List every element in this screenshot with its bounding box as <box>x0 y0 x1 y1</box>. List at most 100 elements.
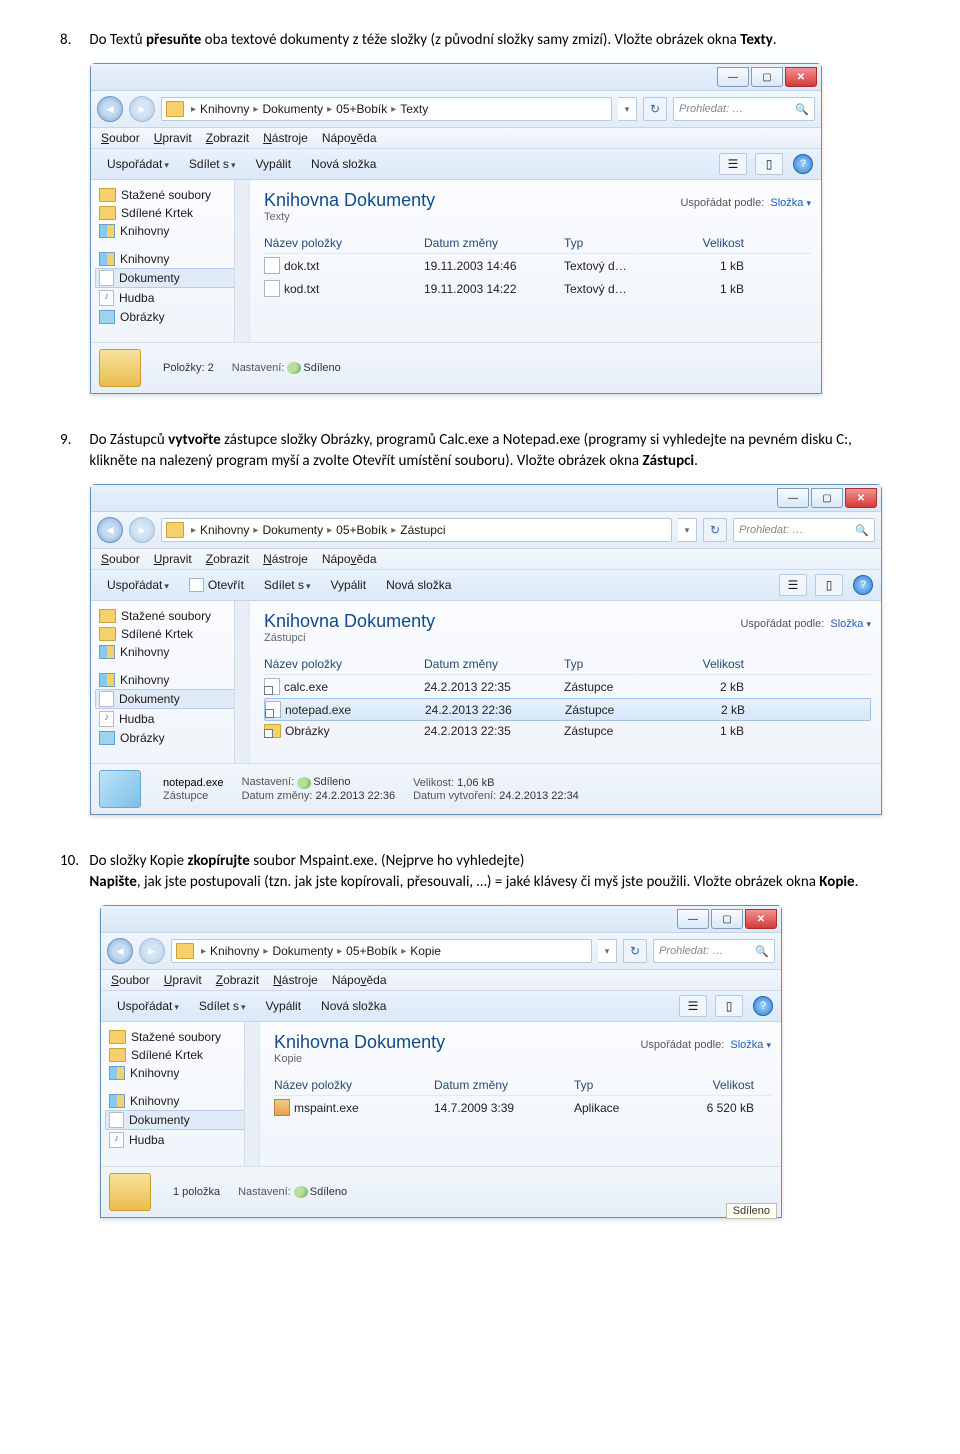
nav-music[interactable]: ♪Hudba <box>95 709 245 729</box>
menu-view[interactable]: Zobrazit <box>206 552 249 566</box>
nav-item[interactable]: Stažené soubory <box>95 607 245 625</box>
menu-tools[interactable]: Nástroje <box>263 552 308 566</box>
preview-pane-button[interactable]: ▯ <box>755 153 783 175</box>
arrange-by[interactable]: Uspořádat podle: Složka ▾ <box>680 197 811 209</box>
nav-music[interactable]: ♪Hudba <box>95 288 245 308</box>
nav-music[interactable]: ♪Hudba <box>105 1130 255 1150</box>
breadcrumb[interactable]: ▸ Knihovny▸ Dokumenty▸ 05+Bobík▸ Zástupc… <box>161 518 672 542</box>
organize-button[interactable]: Uspořádat▾ <box>99 155 177 173</box>
maximize-button[interactable]: ▢ <box>751 67 783 87</box>
nav-documents[interactable]: Dokumenty <box>105 1110 255 1130</box>
share-with-button[interactable]: Sdílet s▾ <box>256 576 319 594</box>
nav-pictures[interactable]: Obrázky <box>95 308 245 326</box>
column-headers[interactable]: Název položky Datum změny Typ Velikost <box>264 233 811 254</box>
burn-button[interactable]: Vypálit <box>322 576 374 594</box>
nav-libraries-header[interactable]: Knihovny <box>105 1092 255 1110</box>
open-button[interactable]: Otevřít <box>181 576 252 595</box>
menu-edit[interactable]: Upravit <box>164 973 202 987</box>
preview-pane-button[interactable]: ▯ <box>815 574 843 596</box>
maximize-button[interactable]: ▢ <box>811 488 843 508</box>
nav-pictures[interactable]: Obrázky <box>95 729 245 747</box>
menu-view[interactable]: Zobrazit <box>216 973 259 987</box>
minimize-button[interactable]: ― <box>677 909 709 929</box>
breadcrumb[interactable]: ▸ Knihovny▸ Dokumenty▸ 05+Bobík▸ Texty <box>161 97 612 121</box>
menu-view[interactable]: Zobrazit <box>206 131 249 145</box>
nav-item[interactable]: Sdílené Krtek <box>105 1046 255 1064</box>
nav-libraries-header[interactable]: Knihovny <box>95 250 245 268</box>
back-button[interactable]: ◄ <box>107 938 133 964</box>
nav-item[interactable]: Sdílené Krtek <box>95 204 245 222</box>
breadcrumb-dropdown[interactable]: ▾ <box>618 97 637 121</box>
help-button[interactable]: ? <box>753 996 773 1016</box>
minimize-button[interactable]: ― <box>717 67 749 87</box>
minimize-button[interactable]: ― <box>777 488 809 508</box>
burn-button[interactable]: Vypálit <box>257 997 309 1015</box>
back-button[interactable]: ◄ <box>97 96 123 122</box>
help-button[interactable]: ? <box>853 575 873 595</box>
file-row[interactable]: dok.txt 19.11.2003 14:46 Textový d… 1 kB <box>264 254 811 277</box>
help-button[interactable]: ? <box>793 154 813 174</box>
menu-help[interactable]: Nápověda <box>322 552 377 566</box>
scrollbar[interactable] <box>234 601 249 763</box>
scrollbar[interactable] <box>234 180 249 342</box>
close-button[interactable]: ✕ <box>745 909 777 929</box>
menu-edit[interactable]: Upravit <box>154 552 192 566</box>
nav-item[interactable]: Knihovny <box>95 643 245 661</box>
menu-tools[interactable]: Nástroje <box>263 131 308 145</box>
menu-help[interactable]: Nápověda <box>332 973 387 987</box>
breadcrumb[interactable]: ▸ Knihovny▸ Dokumenty▸ 05+Bobík▸ Kopie <box>171 939 592 963</box>
forward-button[interactable]: ► <box>129 96 155 122</box>
burn-button[interactable]: Vypálit <box>247 155 299 173</box>
back-button[interactable]: ◄ <box>97 517 123 543</box>
close-button[interactable]: ✕ <box>785 67 817 87</box>
menu-file[interactable]: Soubor <box>101 552 140 566</box>
arrange-by[interactable]: Uspořádat podle: Složka ▾ <box>640 1039 771 1051</box>
menu-file[interactable]: Soubor <box>111 973 150 987</box>
organize-button[interactable]: Uspořádat▾ <box>109 997 187 1015</box>
new-folder-button[interactable]: Nová složka <box>303 155 384 173</box>
menu-file[interactable]: Soubor <box>101 131 140 145</box>
nav-item[interactable]: Sdílené Krtek <box>95 625 245 643</box>
view-mode-button[interactable]: ☰ <box>719 153 747 175</box>
menu-help[interactable]: Nápověda <box>322 131 377 145</box>
file-row[interactable]: Obrázky 24.2.2013 22:35 Zástupce 1 kB <box>264 721 871 741</box>
nav-item[interactable]: Stažené soubory <box>95 186 245 204</box>
nav-item[interactable]: Stažené soubory <box>105 1028 255 1046</box>
breadcrumb-dropdown[interactable]: ▾ <box>678 518 697 542</box>
refresh-button[interactable]: ↻ <box>643 97 667 121</box>
organize-button[interactable]: Uspořádat▾ <box>99 576 177 594</box>
titlebar[interactable]: ― ▢ ✕ <box>101 906 781 933</box>
close-button[interactable]: ✕ <box>845 488 877 508</box>
search-input[interactable]: Prohledat: … 🔍 <box>733 518 875 542</box>
nav-item[interactable]: Knihovny <box>95 222 245 240</box>
menu-edit[interactable]: Upravit <box>154 131 192 145</box>
nav-documents[interactable]: Dokumenty <box>95 268 245 288</box>
share-with-button[interactable]: Sdílet s▾ <box>191 997 254 1015</box>
titlebar[interactable]: ― ▢ ✕ <box>91 64 821 91</box>
nav-item[interactable]: Knihovny <box>105 1064 255 1082</box>
breadcrumb-dropdown[interactable]: ▾ <box>598 939 617 963</box>
search-input[interactable]: Prohledat: … 🔍 <box>673 97 815 121</box>
maximize-button[interactable]: ▢ <box>711 909 743 929</box>
menu-tools[interactable]: Nástroje <box>273 973 318 987</box>
new-folder-button[interactable]: Nová složka <box>313 997 394 1015</box>
titlebar[interactable]: ― ▢ ✕ <box>91 485 881 512</box>
nav-documents[interactable]: Dokumenty <box>95 689 245 709</box>
preview-pane-button[interactable]: ▯ <box>715 995 743 1017</box>
share-with-button[interactable]: Sdílet s▾ <box>181 155 244 173</box>
forward-button[interactable]: ► <box>129 517 155 543</box>
file-row[interactable]: calc.exe 24.2.2013 22:35 Zástupce 2 kB <box>264 675 871 698</box>
file-row-selected[interactable]: notepad.exe 24.2.2013 22:36 Zástupce 2 k… <box>264 698 871 721</box>
view-mode-button[interactable]: ☰ <box>679 995 707 1017</box>
scrollbar[interactable] <box>244 1022 259 1166</box>
new-folder-button[interactable]: Nová složka <box>378 576 459 594</box>
column-headers[interactable]: Název položky Datum změny Typ Velikost <box>274 1075 771 1096</box>
column-headers[interactable]: Název položky Datum změny Typ Velikost <box>264 654 871 675</box>
forward-button[interactable]: ► <box>139 938 165 964</box>
refresh-button[interactable]: ↻ <box>703 518 727 542</box>
view-mode-button[interactable]: ☰ <box>779 574 807 596</box>
nav-libraries-header[interactable]: Knihovny <box>95 671 245 689</box>
file-row[interactable]: mspaint.exe 14.7.2009 3:39 Aplikace 6 52… <box>274 1096 771 1119</box>
arrange-by[interactable]: Uspořádat podle: Složka ▾ <box>740 618 871 630</box>
refresh-button[interactable]: ↻ <box>623 939 647 963</box>
